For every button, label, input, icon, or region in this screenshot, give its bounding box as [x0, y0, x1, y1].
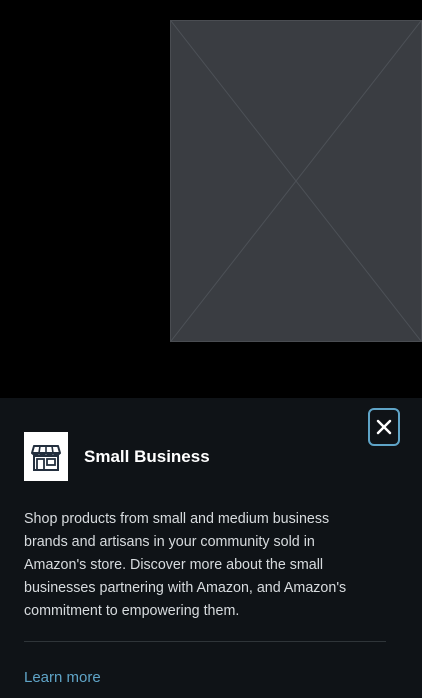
small-business-logo [24, 432, 68, 481]
learn-more-link[interactable]: Learn more [24, 669, 101, 686]
close-button[interactable] [368, 408, 400, 446]
screen: Small Business Shop products from small … [0, 0, 422, 698]
popover-title: Small Business [84, 447, 210, 466]
image-placeholder [170, 20, 422, 342]
image-placeholder-graphic [171, 21, 421, 341]
popover-description: Shop products from small and medium busi… [24, 511, 347, 619]
close-icon [376, 419, 392, 435]
divider [24, 641, 386, 642]
storefront-icon [31, 444, 61, 471]
